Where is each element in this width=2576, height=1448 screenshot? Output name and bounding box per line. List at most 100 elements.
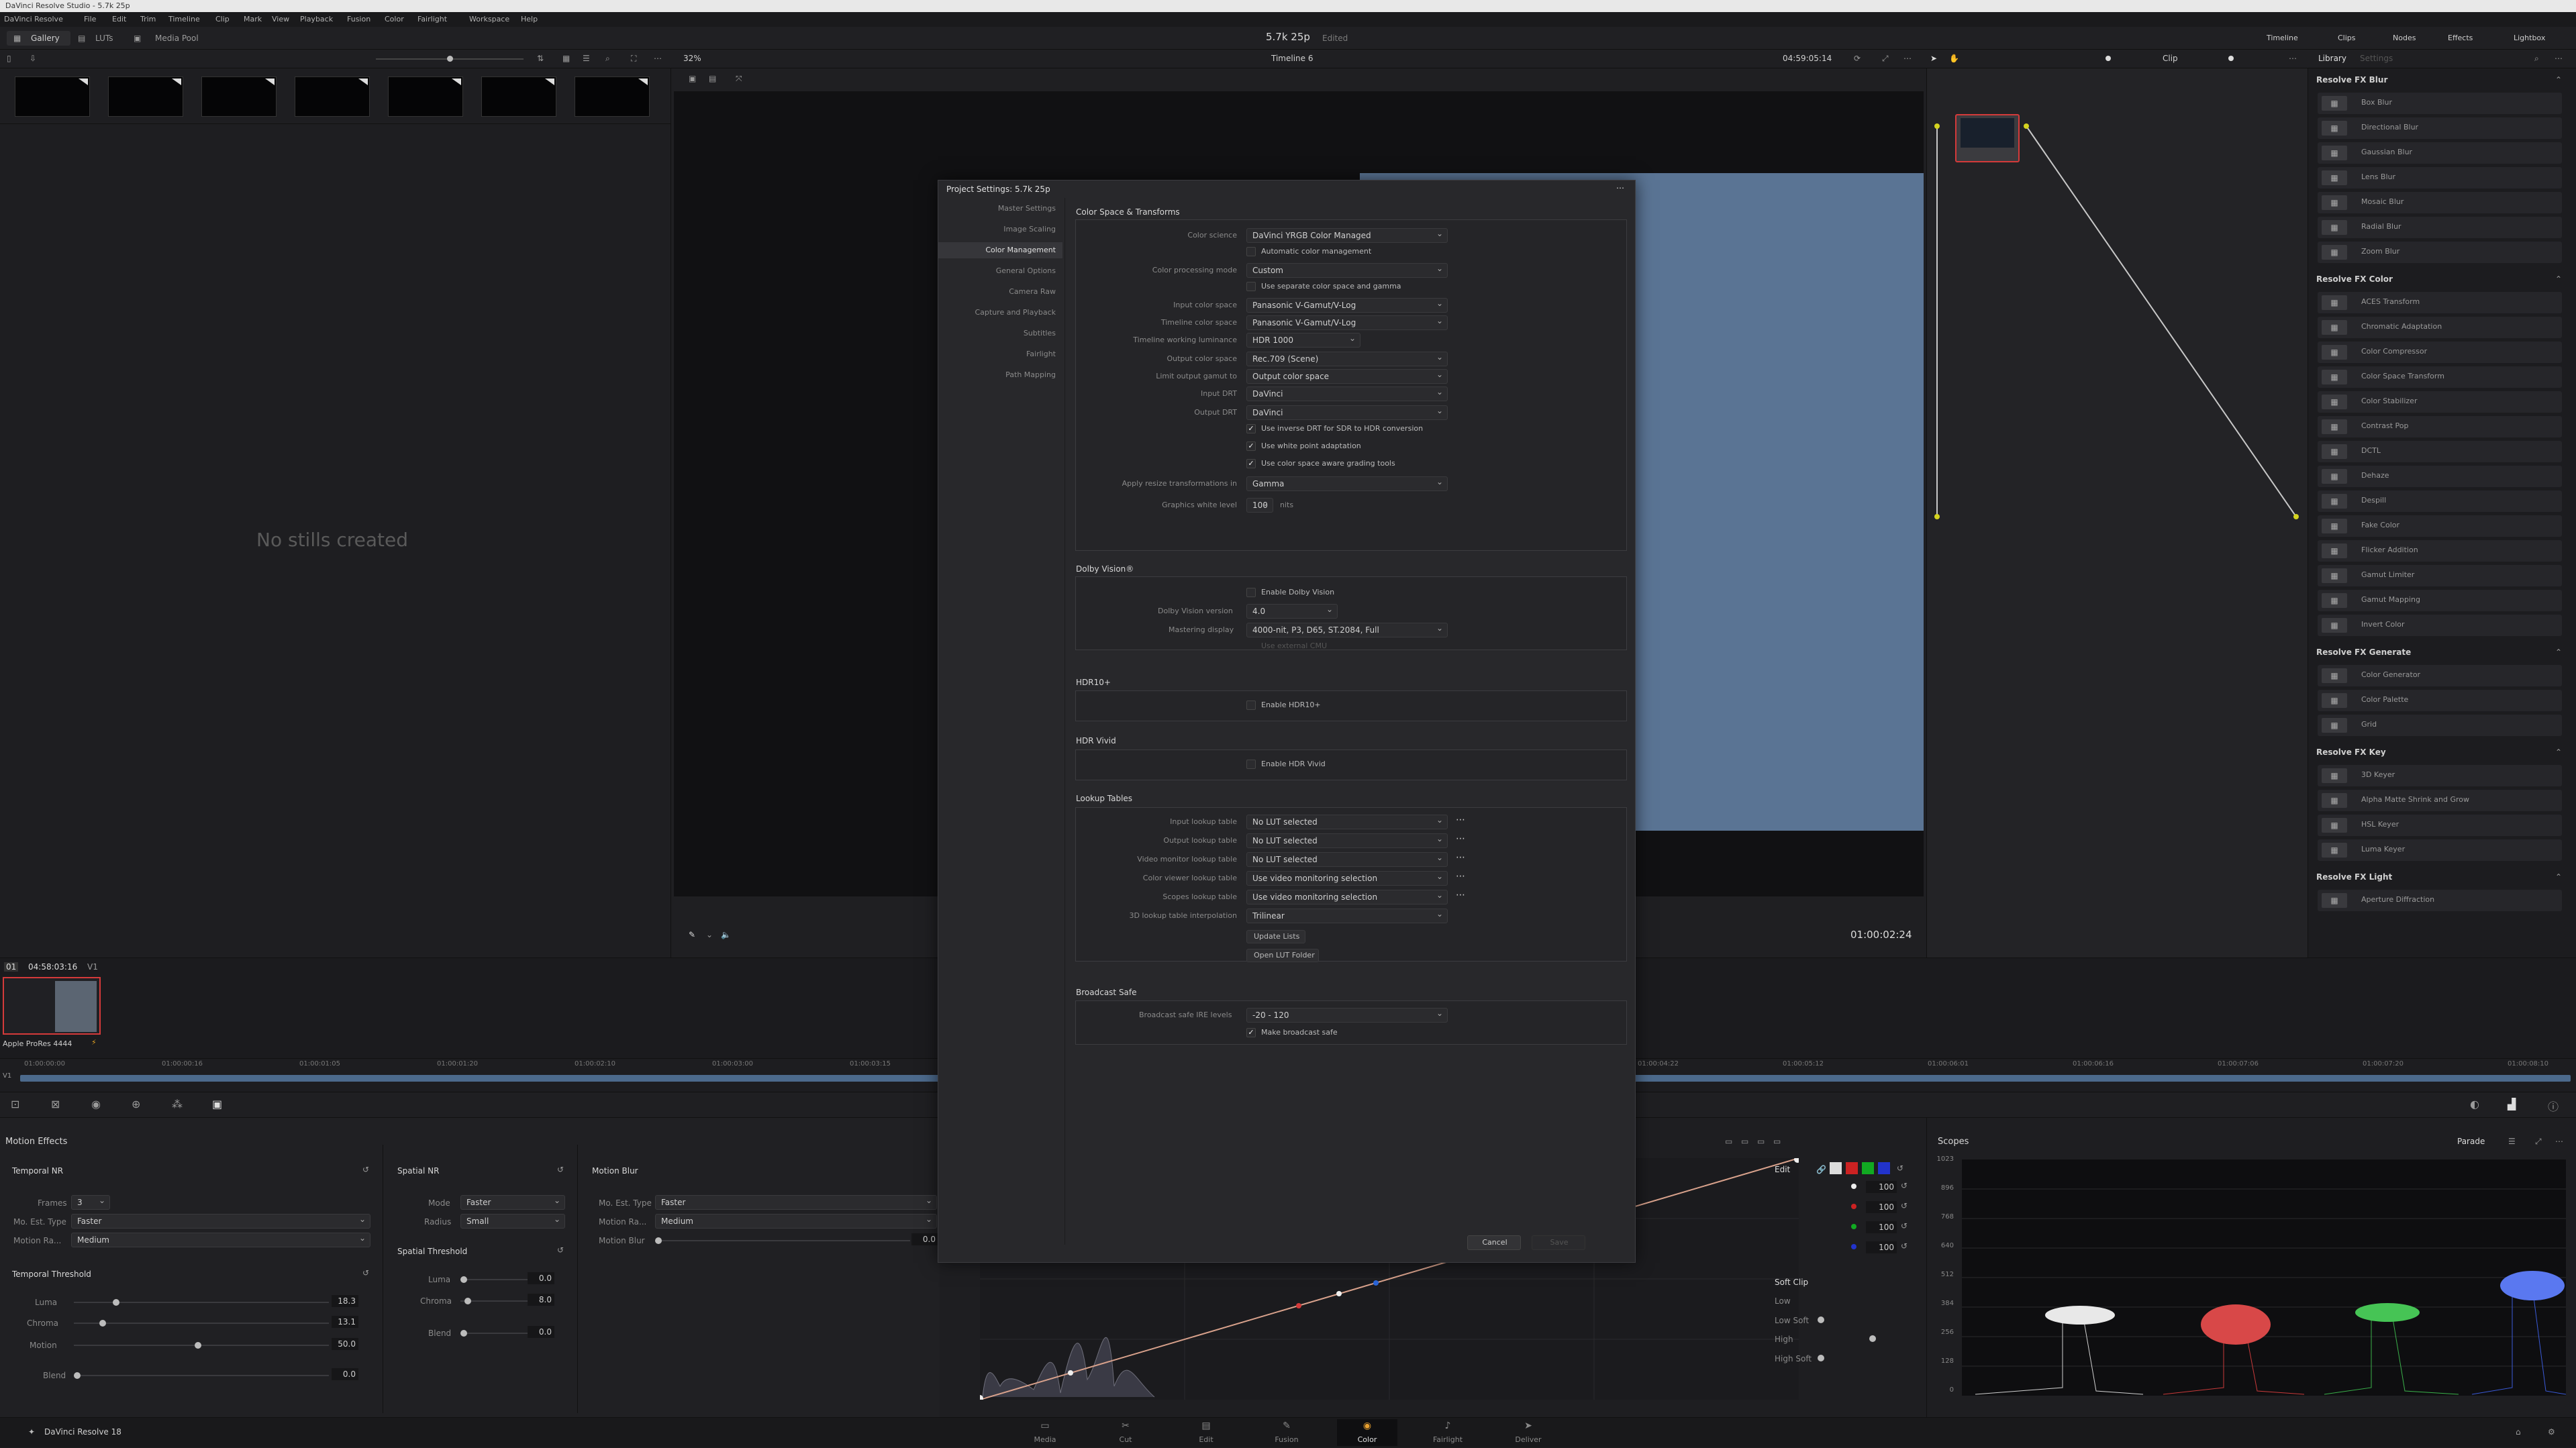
still-album-thumb[interactable] — [108, 76, 183, 117]
menu-item-view[interactable]: View — [272, 15, 289, 23]
hand-icon[interactable]: ✋ — [1949, 54, 1959, 63]
blend-knob[interactable] — [74, 1372, 81, 1379]
lut-more-icon[interactable]: ⋯ — [1456, 852, 1465, 863]
scope-more-icon[interactable]: ⋯ — [2555, 1137, 2563, 1146]
media-pool-button[interactable]: ▣ Media Pool — [131, 31, 205, 46]
home-icon[interactable]: ⌂ — [2516, 1427, 2521, 1437]
node-options-icon[interactable]: ⋯ — [2289, 54, 2297, 63]
cancel-button[interactable]: Cancel — [1467, 1235, 1521, 1250]
node-zoom-knob[interactable] — [2228, 56, 2234, 61]
channel-y-button[interactable] — [1830, 1162, 1842, 1174]
pointer-icon[interactable]: ➤ — [1930, 54, 1937, 63]
setting-dropdown[interactable]: Output color space — [1246, 369, 1448, 384]
fx-item[interactable]: ▦ DCTL — [2318, 441, 2562, 462]
setting-checkbox[interactable]: ✓ — [1246, 424, 1256, 433]
settings-nav-image-scaling[interactable]: Image Scaling — [938, 221, 1062, 238]
collapse-chevron-icon[interactable]: ⌃ — [2555, 75, 2562, 85]
page-cut[interactable]: ✂ Cut — [1095, 1419, 1156, 1446]
menu-item-clip[interactable]: Clip — [215, 15, 230, 23]
page-fairlight[interactable]: ♪ Fairlight — [1418, 1419, 1478, 1446]
curve-icon[interactable]: ▭ — [1757, 1137, 1765, 1146]
link-icon[interactable]: 🔗 — [1816, 1165, 1826, 1174]
channel-reset-icon[interactable]: ↺ — [1901, 1241, 1908, 1251]
page-deliver[interactable]: ➤ Deliver — [1498, 1419, 1558, 1446]
fx-item[interactable]: ▦ Color Generator — [2318, 665, 2562, 686]
broadcast-checkbox[interactable]: ✓ — [1246, 1028, 1256, 1037]
high-knob[interactable] — [1869, 1335, 1876, 1342]
open-lut-folder-button[interactable]: Open LUT Folder — [1246, 949, 1319, 962]
low-soft-knob[interactable] — [1818, 1316, 1824, 1323]
fx-item[interactable]: ▦ Despill — [2318, 490, 2562, 512]
menu-item-edit[interactable]: Edit — [112, 15, 126, 23]
settings-gear-icon[interactable]: ⚙ — [2548, 1427, 2555, 1437]
luts-button[interactable]: ▤ LUTs — [75, 31, 122, 46]
setting-dropdown[interactable]: DaVinci — [1246, 386, 1448, 401]
channel-reset-icon[interactable]: ↺ — [1901, 1181, 1908, 1190]
dolby-version-dropdown[interactable]: 4.0 — [1246, 604, 1338, 619]
sort-icon[interactable]: ⇅ — [537, 54, 544, 63]
menu-item-fairlight[interactable]: Fairlight — [417, 15, 447, 23]
fx-item[interactable]: ▦ Color Space Transform — [2318, 366, 2562, 388]
expand-icon[interactable]: ⤢ — [1882, 54, 1889, 64]
fx-item[interactable]: ▦ Gamut Limiter — [2318, 565, 2562, 586]
hdr10-checkbox[interactable] — [1246, 701, 1256, 710]
fx-item[interactable]: ▦ HSL Keyer — [2318, 815, 2562, 836]
lut-dropdown[interactable]: No LUT selected — [1246, 852, 1448, 867]
list-view-icon[interactable]: ☰ — [583, 54, 590, 63]
scope-mode-dropdown[interactable]: Parade — [2457, 1137, 2485, 1146]
mb-range-dropdown[interactable]: Medium — [655, 1214, 937, 1229]
fx-item[interactable]: ▦ Box Blur — [2318, 93, 2562, 114]
s-blend-knob[interactable] — [460, 1330, 467, 1337]
fx-item[interactable]: ▦ Grid — [2318, 715, 2562, 736]
luma-knob[interactable] — [113, 1299, 119, 1306]
fx-item[interactable]: ▦ Dehaze — [2318, 466, 2562, 487]
page-color[interactable]: ◉ Color — [1337, 1419, 1397, 1446]
fx-item[interactable]: ▦ Color Palette — [2318, 690, 2562, 711]
grade-dropdown-icon[interactable]: ⌄ — [706, 930, 713, 939]
fx-item[interactable]: ▦ Lens Blur — [2318, 167, 2562, 189]
still-album-thumb[interactable] — [388, 76, 463, 117]
broadcast-dropdown[interactable]: -20 - 120 — [1246, 1008, 1448, 1023]
lut-more-icon[interactable]: ⋯ — [1456, 890, 1465, 900]
fx-item[interactable]: ▦ Aperture Diffraction — [2318, 890, 2562, 911]
channel-reset-icon[interactable]: ↺ — [1901, 1221, 1908, 1231]
fx-item[interactable]: ▦ Alpha Matte Shrink and Grow — [2318, 790, 2562, 811]
fx-item[interactable]: ▦ Mosaic Blur — [2318, 192, 2562, 213]
mode-dropdown[interactable]: Faster — [460, 1195, 565, 1210]
lut-more-icon[interactable]: ⋯ — [1456, 871, 1465, 882]
settings-tab[interactable]: Settings — [2360, 54, 2393, 63]
frames-dropdown[interactable]: 3 — [71, 1195, 110, 1210]
collapse-chevron-icon[interactable]: ⌃ — [2555, 274, 2562, 284]
dolby-enable-checkbox[interactable] — [1246, 588, 1256, 597]
temporal-reset-icon[interactable]: ↺ — [362, 1165, 369, 1174]
menu-item-davinci-resolve[interactable]: DaVinci Resolve — [4, 15, 63, 23]
more-icon[interactable]: ⋯ — [654, 54, 662, 63]
settings-nav-master-settings[interactable]: Master Settings — [938, 201, 1062, 217]
update-lists-button[interactable]: Update Lists — [1246, 930, 1305, 943]
audio-icon[interactable]: 🔈 — [721, 930, 731, 939]
setting-dropdown[interactable]: Rec.709 (Scene) — [1246, 352, 1448, 366]
color-match-icon[interactable]: ⊠ — [51, 1098, 60, 1110]
page-fusion[interactable]: ✎ Fusion — [1256, 1419, 1317, 1446]
info-icon[interactable]: ⓘ — [2548, 1098, 2559, 1114]
sidebar-toggle-icon[interactable]: ▯ — [7, 54, 11, 63]
still-album-thumb[interactable] — [481, 76, 556, 117]
chroma-value[interactable]: 13.1 — [332, 1316, 358, 1328]
dialog-options-icon[interactable]: ⋯ — [1616, 183, 1624, 193]
lut-dropdown[interactable]: No LUT selected — [1246, 833, 1448, 848]
s-blend-value[interactable]: 0.0 — [528, 1326, 554, 1338]
still-album-thumb[interactable] — [295, 76, 370, 117]
page-edit[interactable]: ▤ Edit — [1176, 1419, 1236, 1446]
fx-search-icon[interactable]: ⌕ — [2534, 54, 2539, 64]
luma-slider[interactable] — [74, 1302, 329, 1303]
settings-nav-camera-raw[interactable]: Camera Raw — [938, 284, 1062, 300]
curve-intensity-value[interactable]: 100 — [1866, 1201, 1897, 1213]
tab-clips[interactable]: Clips — [2323, 31, 2371, 46]
motion-knob[interactable] — [195, 1342, 201, 1349]
chroma-slider[interactable] — [74, 1323, 329, 1324]
motion-slider[interactable] — [74, 1345, 329, 1346]
setting-dropdown[interactable]: Panasonic V-Gamut/V-Log — [1246, 315, 1448, 330]
search-icon[interactable]: ⌕ — [605, 54, 610, 64]
spatial-reset-icon[interactable]: ↺ — [557, 1165, 564, 1174]
high-soft-knob[interactable] — [1818, 1355, 1824, 1361]
